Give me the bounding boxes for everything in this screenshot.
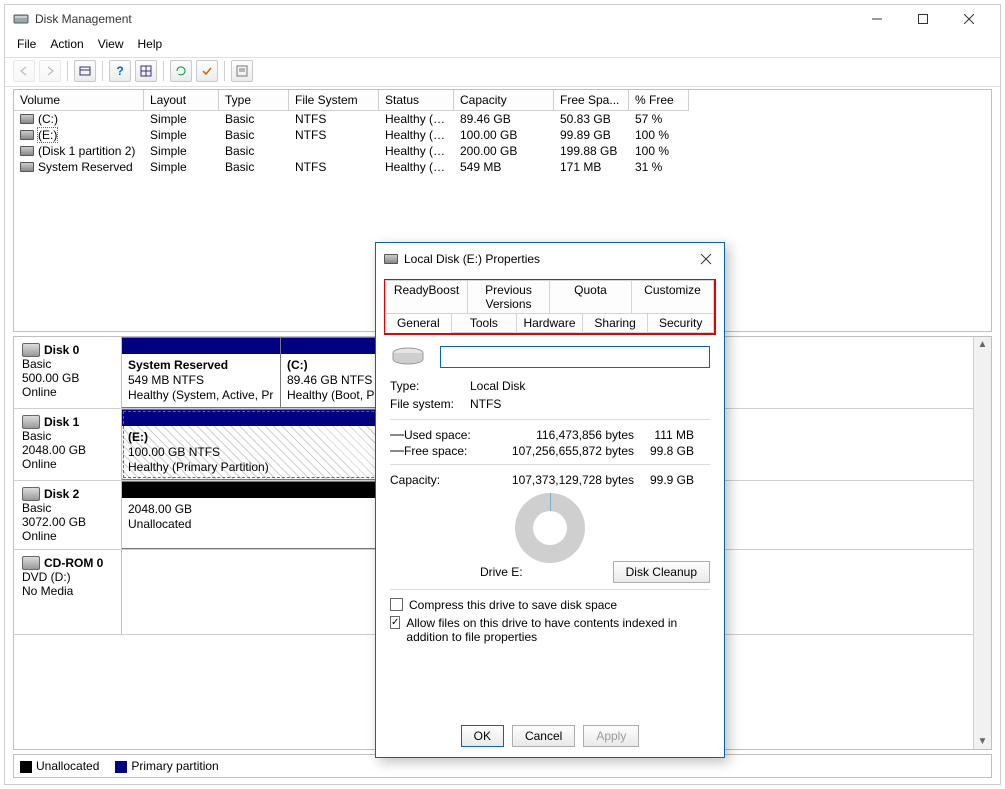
volume-icon [20, 162, 34, 172]
apply-button[interactable]: Apply [583, 725, 639, 747]
tab-quota[interactable]: Quota [549, 280, 632, 314]
volume-icon [20, 114, 34, 124]
minimize-button[interactable] [854, 5, 900, 33]
properties-dialog: Local Disk (E:) Properties ReadyBoost Pr… [375, 242, 725, 758]
cancel-button[interactable]: Cancel [512, 725, 575, 747]
volume-icon [20, 146, 34, 156]
dialog-close-button[interactable] [696, 249, 716, 269]
app-icon [13, 11, 29, 27]
tab-sharing[interactable]: Sharing [582, 313, 649, 333]
properties-button[interactable] [231, 60, 253, 82]
disks-scrollbar[interactable]: ▲▼ [973, 337, 991, 749]
menu-view[interactable]: View [98, 37, 124, 51]
drive-label: Drive E: [390, 565, 613, 579]
forward-button[interactable] [39, 60, 61, 82]
partition[interactable]: 2048.00 GBUnallocated [121, 481, 401, 549]
help-button[interactable]: ? [109, 60, 131, 82]
free-swatch [390, 450, 404, 452]
partition[interactable]: (E:)100.00 GB NTFSHealthy (Primary Parti… [121, 409, 401, 480]
tab-previous-versions[interactable]: Previous Versions [467, 280, 550, 314]
partition[interactable]: System Reserved549 MB NTFSHealthy (Syste… [121, 337, 281, 408]
menubar: File Action View Help [5, 33, 1000, 57]
tab-customize[interactable]: Customize [631, 280, 714, 314]
disk-icon [22, 487, 40, 501]
tab-readyboost[interactable]: ReadyBoost [385, 280, 468, 314]
tab-hardware[interactable]: Hardware [516, 313, 583, 333]
disk-icon [22, 415, 40, 429]
view-list-button[interactable] [74, 60, 96, 82]
menu-file[interactable]: File [17, 37, 36, 51]
drive-icon [390, 345, 426, 369]
disk-icon [22, 556, 40, 570]
window-title: Disk Management [35, 12, 854, 26]
fs-label: File system: [390, 397, 470, 411]
maximize-button[interactable] [900, 5, 946, 33]
tab-security[interactable]: Security [647, 313, 714, 333]
disk-cleanup-button[interactable]: Disk Cleanup [613, 561, 710, 583]
volume-row[interactable]: (Disk 1 partition 2)SimpleBasicHealthy (… [14, 143, 991, 159]
dialog-drive-icon [384, 254, 398, 264]
disk-icon [22, 343, 40, 357]
volume-row[interactable]: System ReservedSimpleBasicNTFSHealthy (S… [14, 159, 991, 175]
menu-action[interactable]: Action [50, 37, 83, 51]
volume-row[interactable]: (E:)SimpleBasicNTFSHealthy (P...100.00 G… [14, 127, 991, 143]
menu-help[interactable]: Help [138, 37, 163, 51]
titlebar: Disk Management [5, 5, 1000, 33]
settings-button[interactable] [135, 60, 157, 82]
drive-name-input[interactable] [440, 346, 710, 368]
toolbar: ? [5, 57, 1000, 87]
refresh-button[interactable] [170, 60, 192, 82]
ok-button[interactable]: OK [461, 725, 504, 747]
fs-value: NTFS [470, 397, 710, 411]
apply-check-button[interactable] [196, 60, 218, 82]
tab-tools[interactable]: Tools [451, 313, 518, 333]
volume-icon [20, 130, 34, 140]
volume-row[interactable]: (C:)SimpleBasicNTFSHealthy (B...89.46 GB… [14, 111, 991, 127]
tab-general[interactable]: General [385, 313, 452, 333]
dialog-title: Local Disk (E:) Properties [404, 252, 540, 266]
index-checkbox[interactable]: ✓ [390, 616, 400, 629]
compress-checkbox[interactable] [390, 598, 403, 611]
dialog-tabs: ReadyBoost Previous Versions Quota Custo… [384, 279, 716, 335]
used-swatch [390, 434, 404, 436]
type-value: Local Disk [470, 379, 710, 393]
volume-header: VolumeLayoutTypeFile SystemStatusCapacit… [14, 90, 991, 111]
close-button[interactable] [946, 5, 992, 33]
back-button[interactable] [13, 60, 35, 82]
usage-chart [515, 493, 585, 563]
type-label: Type: [390, 379, 470, 393]
